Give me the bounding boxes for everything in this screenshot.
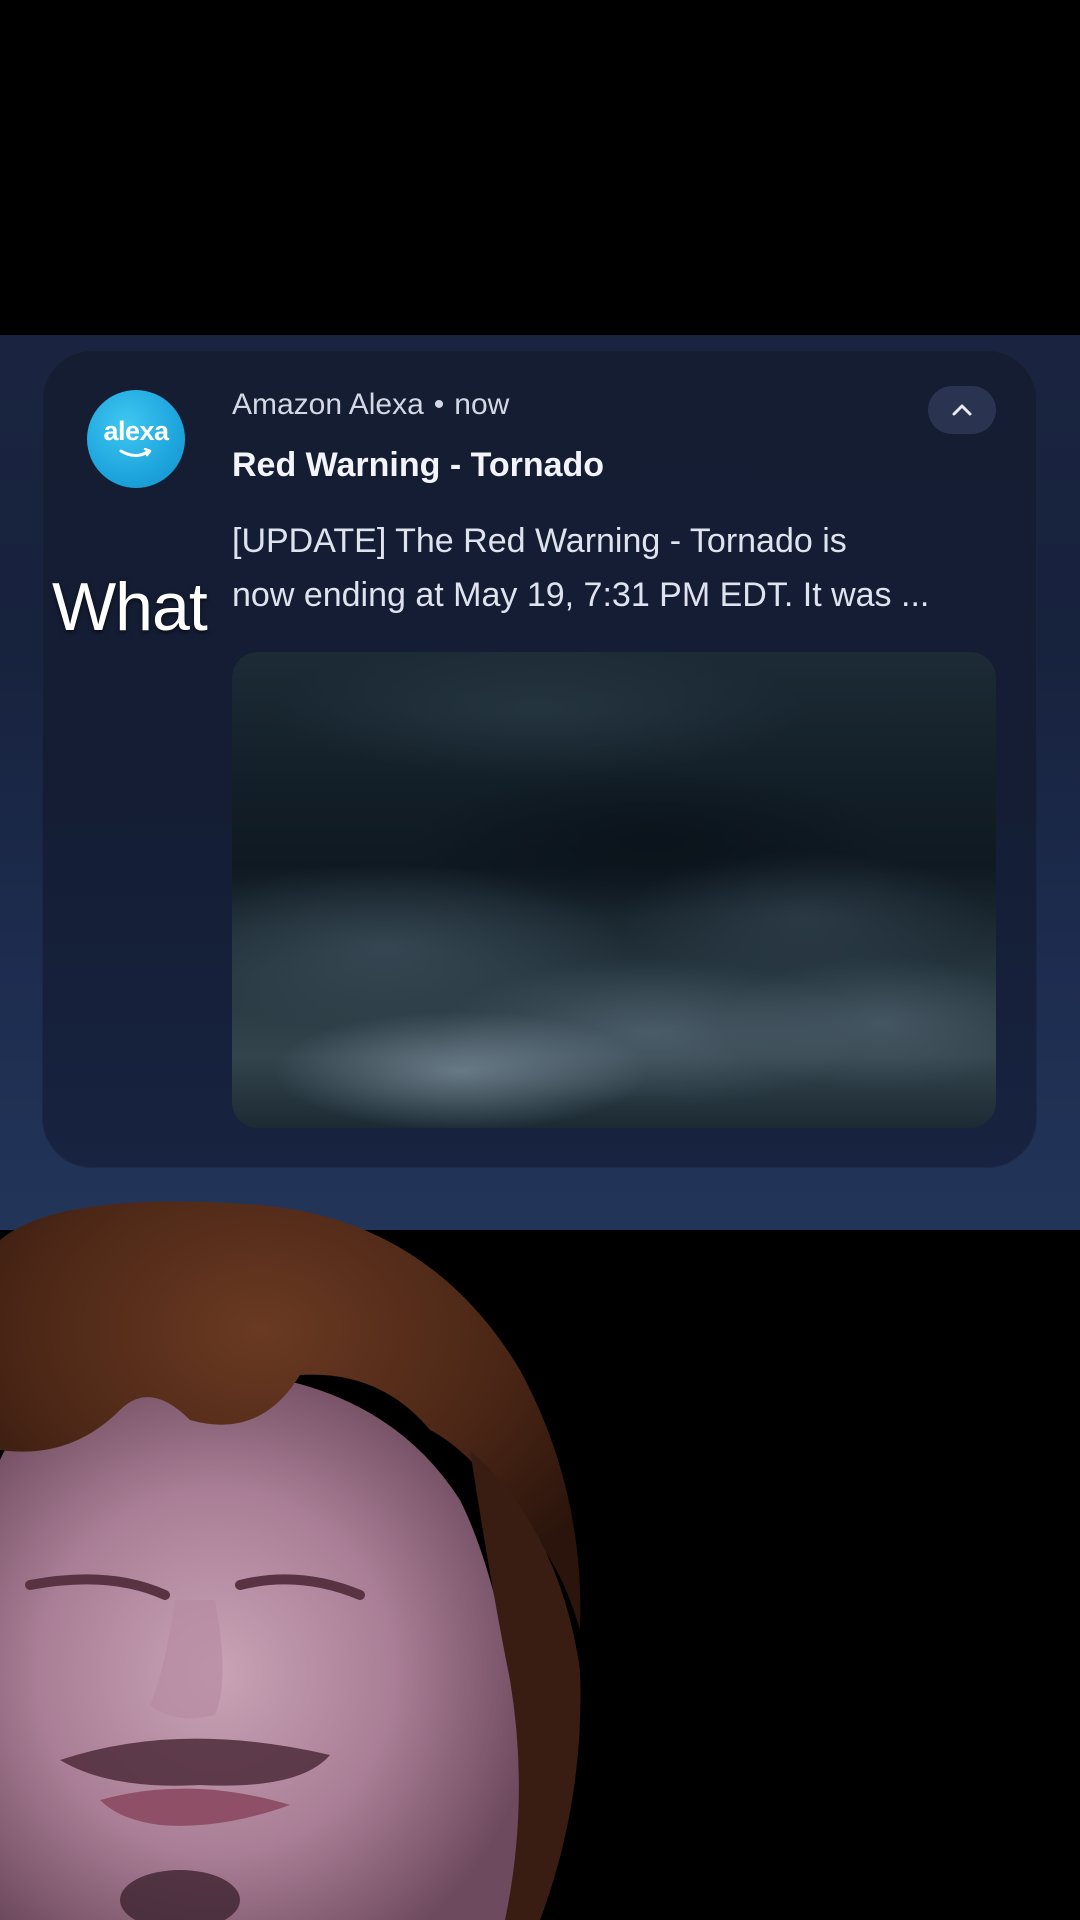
notification-title: Red Warning - Tornado (232, 446, 605, 484)
chevron-up-icon (952, 404, 972, 416)
notification-time: now (454, 388, 510, 421)
header-separator: • (433, 388, 445, 421)
smile-arrow-icon (119, 448, 152, 457)
body-line-2: now ending at May 19, 7:31 PM EDT. It wa… (232, 576, 930, 614)
body-line-1: [UPDATE] The Red Warning - Tornado is (232, 522, 847, 560)
storm-clouds-image[interactable] (232, 652, 996, 1128)
video-frame: alexa Amazon Alexa • now Red Warning - Tor… (0, 0, 1080, 1920)
alexa-logo-icon: alexa (87, 390, 185, 488)
collapse-button[interactable] (928, 386, 996, 434)
notification-header: Amazon Alexa • now (232, 388, 509, 422)
app-name: Amazon Alexa (232, 388, 424, 421)
app-icon-label: alexa (103, 416, 169, 446)
notification-body: [UPDATE] The Red Warning - Tornado is no… (232, 514, 1012, 622)
person-face-image (0, 1200, 600, 1920)
video-caption: What (52, 569, 208, 645)
